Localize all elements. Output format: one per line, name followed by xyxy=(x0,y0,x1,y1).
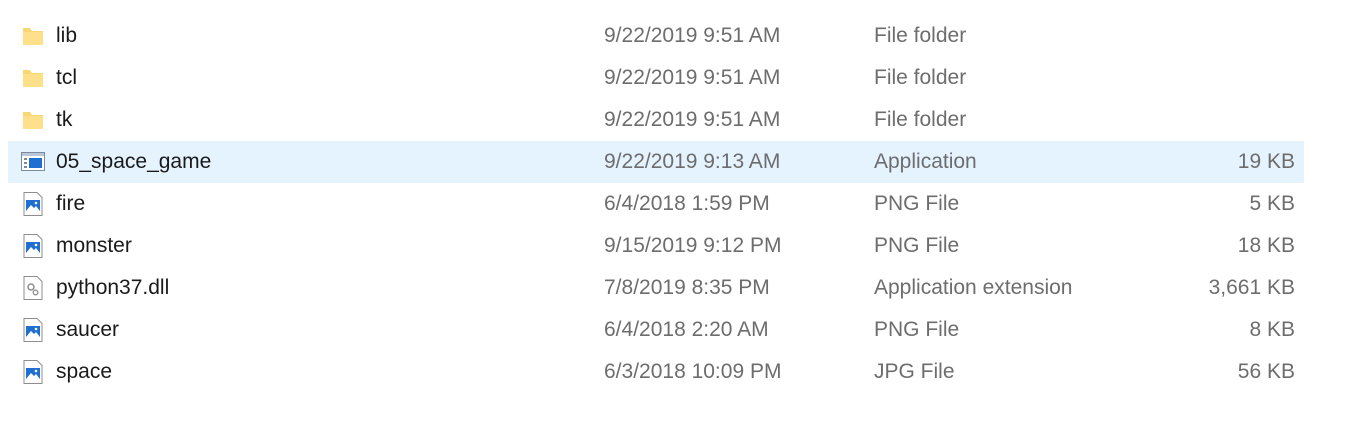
file-row[interactable]: lib 9/22/2019 9:51 AM File folder xyxy=(8,15,1304,57)
file-type: PNG File xyxy=(874,318,960,341)
file-type: File folder xyxy=(874,108,967,131)
file-type: File folder xyxy=(874,66,967,89)
file-date-modified: 9/22/2019 9:51 AM xyxy=(604,66,781,89)
folder-icon xyxy=(20,65,46,91)
image-file-icon xyxy=(20,191,46,217)
file-name: 05_space_game xyxy=(56,150,212,173)
file-size: 8 KB xyxy=(1249,318,1295,341)
file-size: 56 KB xyxy=(1237,360,1295,383)
image-file-icon xyxy=(20,359,46,385)
file-name: space xyxy=(56,360,113,383)
file-date-modified: 6/4/2018 1:59 PM xyxy=(604,192,770,215)
application-icon xyxy=(20,149,46,175)
file-row[interactable]: tk 9/22/2019 9:51 AM File folder xyxy=(8,99,1304,141)
file-row-selected[interactable]: 05_space_game 9/22/2019 9:13 AM Applicat… xyxy=(8,141,1304,183)
folder-icon xyxy=(20,107,46,133)
file-name: saucer xyxy=(56,318,120,341)
file-date-modified: 9/15/2019 9:12 PM xyxy=(604,234,782,257)
file-row[interactable]: fire 6/4/2018 1:59 PM PNG File 5 KB xyxy=(8,183,1304,225)
file-type: Application extension xyxy=(874,276,1073,299)
file-type: Application xyxy=(874,150,977,173)
file-name: tcl xyxy=(56,66,77,89)
file-date-modified: 9/22/2019 9:13 AM xyxy=(604,150,781,173)
file-size: 19 KB xyxy=(1237,150,1295,173)
file-name: monster xyxy=(56,234,132,257)
file-row[interactable]: space 6/3/2018 10:09 PM JPG File 56 KB xyxy=(8,351,1304,393)
dll-file-icon xyxy=(20,275,46,301)
image-file-icon xyxy=(20,233,46,259)
file-date-modified: 9/22/2019 9:51 AM xyxy=(604,24,781,47)
file-type: JPG File xyxy=(874,360,955,383)
file-name: tk xyxy=(56,108,73,131)
file-type: PNG File xyxy=(874,192,960,215)
file-row[interactable]: monster 9/15/2019 9:12 PM PNG File 18 KB xyxy=(8,225,1304,267)
file-type: PNG File xyxy=(874,234,960,257)
file-type: File folder xyxy=(874,24,967,47)
file-size: 5 KB xyxy=(1249,192,1295,215)
file-list: lib 9/22/2019 9:51 AM File folder tcl 9/… xyxy=(8,15,1304,393)
file-row[interactable]: tcl 9/22/2019 9:51 AM File folder xyxy=(8,57,1304,99)
file-row[interactable]: saucer 6/4/2018 2:20 AM PNG File 8 KB xyxy=(8,309,1304,351)
folder-icon xyxy=(20,23,46,49)
file-date-modified: 6/4/2018 2:20 AM xyxy=(604,318,769,341)
file-size: 18 KB xyxy=(1237,234,1295,257)
file-date-modified: 7/8/2019 8:35 PM xyxy=(604,276,770,299)
file-date-modified: 6/3/2018 10:09 PM xyxy=(604,360,782,383)
file-name: python37.dll xyxy=(56,276,170,299)
image-file-icon xyxy=(20,317,46,343)
file-date-modified: 9/22/2019 9:51 AM xyxy=(604,108,781,131)
file-size: 3,661 KB xyxy=(1208,276,1295,299)
file-name: lib xyxy=(56,24,78,47)
file-name: fire xyxy=(56,192,86,215)
file-row[interactable]: python37.dll 7/8/2019 8:35 PM Applicatio… xyxy=(8,267,1304,309)
